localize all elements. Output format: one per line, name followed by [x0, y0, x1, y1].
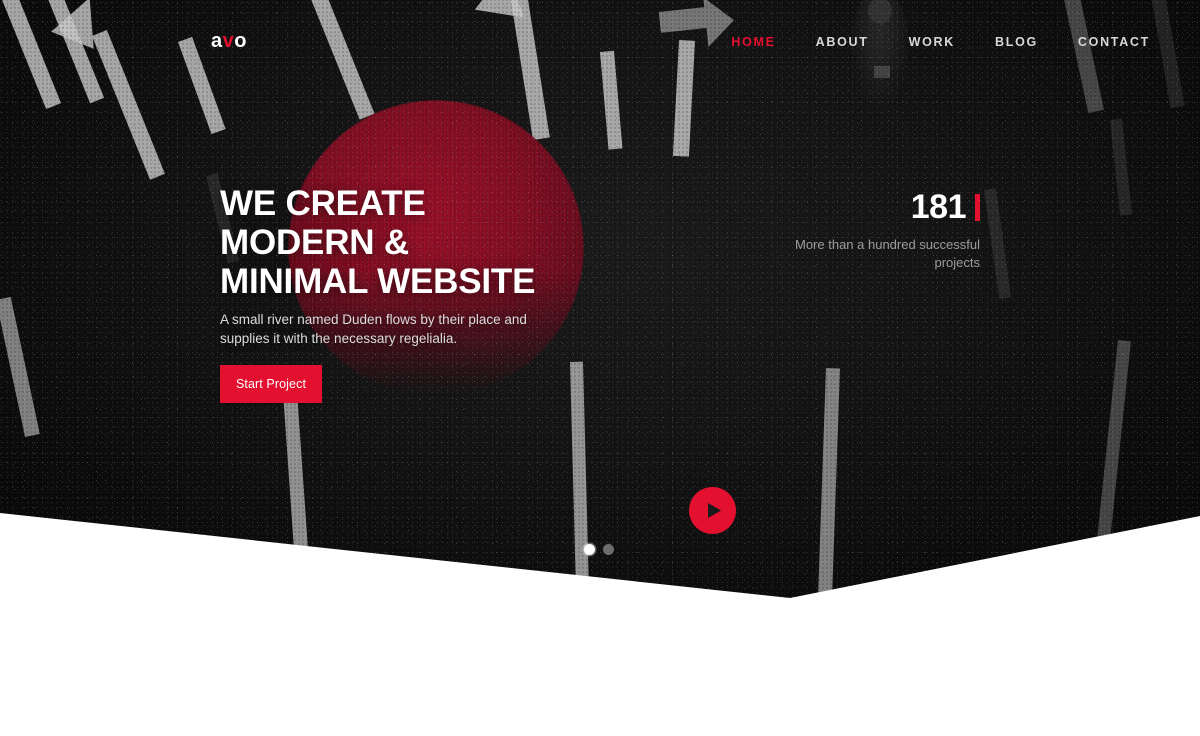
stat-number-row: 181: [780, 188, 980, 226]
carousel-dot-1[interactable]: [584, 544, 595, 555]
carousel-dots: [584, 544, 614, 555]
logo-suffix: o: [234, 30, 247, 52]
hero-headline: WE CREATE MODERN & MINIMAL WEBSITE: [220, 186, 535, 303]
stat-caret-bar: [975, 194, 980, 221]
logo[interactable]: avo: [211, 31, 247, 51]
nav-item-blog[interactable]: BLOG: [975, 35, 1058, 49]
nav-item-work[interactable]: WORK: [889, 35, 975, 49]
headline-line-3: MINIMAL WEBSITE: [220, 262, 536, 301]
asphalt-grain-texture-fine: [0, 0, 1200, 598]
stat-caption: More than a hundred successful projects: [795, 236, 980, 271]
page-root: avo HOME ABOUT WORK BLOG CONTACT WE CREA…: [0, 0, 1200, 736]
headline-line-1: WE CREATE: [220, 184, 426, 223]
nav-item-about[interactable]: ABOUT: [796, 35, 889, 49]
logo-accent-letter: v: [222, 30, 235, 52]
play-icon: [704, 502, 722, 519]
nav-links: HOME ABOUT WORK BLOG CONTACT: [711, 35, 1170, 49]
hero-paragraph: A small river named Duden flows by their…: [220, 312, 527, 347]
hero-stats: 181 More than a hundred successful proje…: [780, 188, 980, 273]
carousel-dot-2[interactable]: [603, 544, 614, 555]
play-video-button[interactable]: [689, 487, 736, 534]
nav-item-contact[interactable]: CONTACT: [1058, 35, 1170, 49]
page-body-below-hero: [0, 598, 1200, 736]
stat-counter: 181: [910, 188, 967, 226]
nav-item-home[interactable]: HOME: [711, 35, 795, 49]
main-navbar: avo HOME ABOUT WORK BLOG CONTACT: [0, 0, 1200, 86]
start-project-button[interactable]: Start Project: [220, 365, 322, 403]
headline-line-2: MODERN &: [220, 223, 409, 262]
logo-prefix: a: [211, 30, 223, 52]
hero-section: avo HOME ABOUT WORK BLOG CONTACT WE CREA…: [0, 0, 1200, 598]
